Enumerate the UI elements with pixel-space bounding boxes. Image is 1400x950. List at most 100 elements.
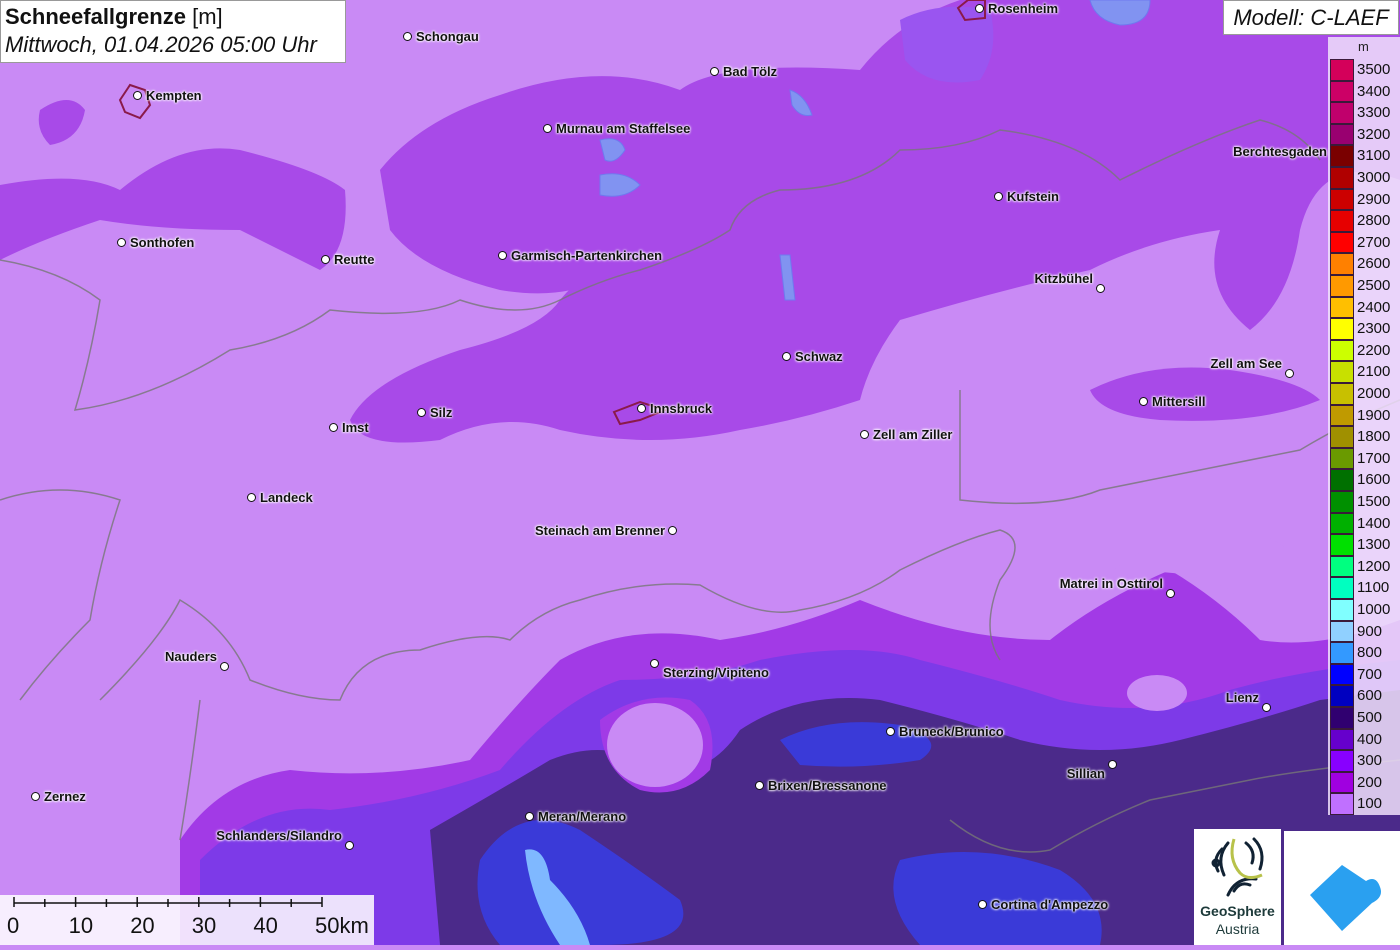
legend-entry: 1600 [1330, 469, 1400, 491]
scale-label: 0 [7, 913, 20, 938]
legend-value: 2600 [1357, 255, 1391, 273]
legend-swatch [1330, 318, 1354, 340]
geosphere-name: GeoSphere [1200, 903, 1275, 919]
legend-entry: 1100 [1330, 577, 1400, 599]
scale-bar: 0 10 20 30 40 50km [0, 895, 374, 945]
contour-region-sterzing-hole [607, 703, 703, 787]
scale-label: 30 [191, 913, 217, 938]
legend-entry: 1700 [1330, 447, 1400, 470]
city-label: Silz [430, 405, 453, 420]
city-marker [525, 812, 534, 821]
forecast-datetime: Mittwoch, 01.04.2026 05:00 Uhr [5, 32, 317, 57]
legend-swatch [1330, 642, 1354, 664]
scale-label: 50km [315, 913, 369, 938]
legend-swatch [1330, 707, 1354, 729]
legend-entry: 300 [1330, 750, 1400, 772]
scale-label: 10 [68, 913, 94, 938]
legend-unit: m [1358, 39, 1369, 54]
city-marker [1139, 397, 1148, 406]
legend-swatch [1330, 512, 1354, 535]
legend-swatch [1330, 750, 1354, 772]
parameter-name: Schneefallgrenze [5, 4, 186, 29]
city-label: Zernez [44, 789, 86, 804]
city-marker [133, 91, 142, 100]
legend-value: 2500 [1357, 277, 1391, 294]
legend-entry: 400 [1330, 728, 1400, 751]
legend-entry: 100 [1330, 793, 1400, 815]
parameter-unit: [m] [192, 4, 223, 29]
city-label: Nauders [164, 649, 217, 664]
legend-value: 500 [1357, 709, 1383, 726]
legend-swatch [1330, 210, 1354, 232]
legend-value: 3300 [1357, 104, 1391, 122]
city-marker [1285, 369, 1294, 378]
legend-swatch [1330, 275, 1354, 297]
legend-value: 1200 [1357, 557, 1391, 575]
city-marker [321, 255, 330, 264]
legend-swatch [1330, 253, 1354, 275]
legend-entry: 2500 [1330, 275, 1400, 297]
legend-entry: 900 [1330, 620, 1400, 643]
city-marker [31, 792, 40, 801]
city-label: Berchtesgaden [1233, 144, 1327, 159]
legend-entry: 500 [1330, 707, 1400, 729]
legend-swatch [1330, 167, 1354, 189]
city-marker [650, 659, 659, 668]
legend-value: 1400 [1357, 514, 1391, 532]
city-marker [978, 900, 987, 909]
city-label: Brixen/Bressanone [768, 778, 887, 793]
legend-value: 3500 [1357, 61, 1391, 78]
city-label: Garmisch-Partenkirchen [511, 248, 663, 263]
city-marker [755, 781, 764, 790]
city-label: Cortina d'Ampezzo [991, 897, 1109, 912]
city-marker [543, 124, 552, 133]
legend-swatch [1330, 80, 1354, 103]
legend-entry: 2700 [1330, 231, 1400, 254]
city-label: Zell am Ziller [873, 427, 953, 442]
city-label: Lienz [1225, 690, 1259, 705]
city-label: Kitzbühel [1034, 271, 1094, 286]
legend-entry: 700 [1330, 663, 1400, 686]
legend-swatch [1330, 555, 1354, 578]
city-marker [403, 32, 412, 41]
legend-swatch [1330, 339, 1354, 362]
legend-value: 2000 [1357, 385, 1391, 402]
city-label: Steinach am Brenner [534, 523, 665, 538]
legend-value: 3000 [1357, 169, 1391, 186]
legend-value: 2800 [1357, 212, 1391, 230]
legend-entry: 800 [1330, 642, 1400, 664]
mountain-cloud-logo [1284, 831, 1400, 945]
legend-entry: 2000 [1330, 383, 1400, 405]
legend-swatch [1330, 534, 1354, 556]
city-marker [886, 727, 895, 736]
legend-entry: 2800 [1330, 210, 1400, 232]
legend-swatch [1330, 793, 1354, 815]
city-marker [117, 238, 126, 247]
legend-entry: 1900 [1330, 404, 1400, 427]
legend-entry: 1500 [1330, 491, 1400, 513]
legend-value: 600 [1357, 687, 1383, 705]
color-legend: m 3500 3400 3300 3200 3100 3000 2900 2800 2700 26… [1328, 37, 1400, 815]
legend-entry: 3300 [1330, 102, 1400, 124]
legend-value: 2100 [1357, 363, 1391, 381]
legend-value: 200 [1357, 773, 1383, 791]
legend-entry: 3500 [1330, 59, 1400, 81]
legend-entry: 3000 [1330, 167, 1400, 189]
city-label: Schongau [416, 29, 479, 44]
city-marker [637, 404, 646, 413]
city-label: Innsbruck [650, 401, 713, 416]
city-label: Murnau am Staffelsee [556, 121, 691, 136]
legend-swatch [1330, 771, 1354, 794]
legend-swatch [1330, 469, 1354, 491]
city-marker [782, 352, 791, 361]
legend-swatch [1330, 426, 1354, 448]
map-title-box: Schneefallgrenze [m] Mittwoch, 01.04.202… [0, 0, 346, 63]
legend-swatch [1330, 491, 1354, 513]
legend-swatch [1330, 231, 1354, 254]
legend-entry: 3100 [1330, 145, 1400, 167]
scale-label: 20 [130, 913, 155, 938]
legend-value: 2300 [1357, 320, 1391, 338]
city-marker [220, 662, 229, 671]
city-label: Sillian [1066, 766, 1105, 781]
legend-value: 400 [1357, 730, 1383, 748]
